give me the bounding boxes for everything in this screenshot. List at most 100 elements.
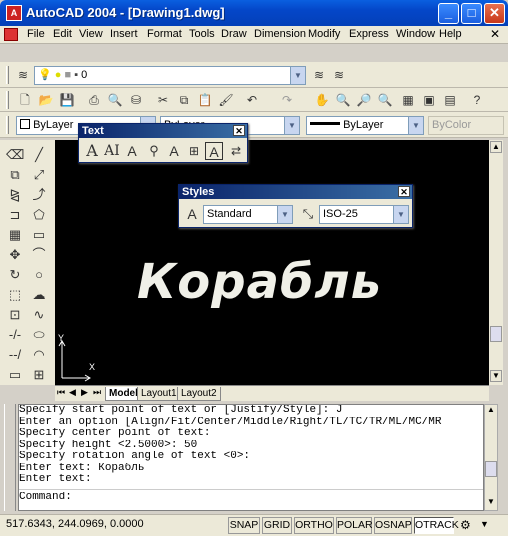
tab-layout1[interactable]: Layout1 <box>137 387 181 401</box>
styles-toolbar-title[interactable]: Styles ✕ <box>179 185 412 199</box>
scroll-up-icon[interactable]: ▲ <box>485 405 497 417</box>
command-window-grip[interactable] <box>4 404 16 511</box>
design-center-icon[interactable]: ▣ <box>420 91 438 109</box>
lineweight-combo[interactable]: ByLayer ▼ <box>306 116 424 135</box>
command-input[interactable]: Command: <box>19 492 483 504</box>
close-button[interactable]: ✕ <box>484 3 505 24</box>
ortho-button[interactable]: ORTHO <box>294 517 334 534</box>
menu-help[interactable]: Help <box>439 28 462 40</box>
paste-icon[interactable]: 📋 <box>196 91 214 109</box>
menu-insert[interactable]: Insert <box>110 28 138 40</box>
menu-file[interactable]: File <box>27 28 45 40</box>
menu-tools[interactable]: Tools <box>189 28 215 40</box>
chevron-down-icon[interactable]: ▼ <box>408 117 423 134</box>
make-object-layer-current-icon[interactable]: ≋ <box>310 66 328 84</box>
tray-settings-arrow-icon[interactable]: ▼ <box>480 519 489 529</box>
scroll-down-icon[interactable]: ▼ <box>490 370 502 382</box>
layer-combo[interactable]: 💡 ● ■ ▪ 0 ▼ <box>34 66 306 85</box>
polyline-icon[interactable]: ⤴ <box>30 186 48 204</box>
justify-text-icon[interactable]: A <box>205 142 223 160</box>
convert-distance-icon[interactable]: ⇄ <box>227 142 245 160</box>
menu-view[interactable]: View <box>79 28 103 40</box>
cut-icon[interactable]: ✂ <box>154 91 172 109</box>
text-style-combo[interactable]: Standard ▼ <box>203 205 293 224</box>
help-icon[interactable]: ? <box>468 91 486 109</box>
close-icon[interactable]: ✕ <box>398 186 410 197</box>
zoom-realtime-icon[interactable]: 🔍 <box>334 91 352 109</box>
single-line-text-icon[interactable]: AI <box>103 142 121 160</box>
arc-icon[interactable]: ⌒ <box>30 246 48 264</box>
tab-last-icon[interactable]: ⏭ <box>93 387 101 398</box>
revision-cloud-icon[interactable]: ☁ <box>30 286 48 304</box>
scale-icon[interactable]: ⬚ <box>6 286 24 304</box>
circle-icon[interactable]: ○ <box>30 266 48 284</box>
chevron-down-icon[interactable]: ▼ <box>290 67 305 84</box>
extend-icon[interactable]: --/ <box>6 346 24 364</box>
text-style-icon[interactable]: A <box>165 142 183 160</box>
break-icon[interactable]: ▭ <box>6 366 24 384</box>
command-scrollbar[interactable]: ▲ ▼ <box>484 404 498 511</box>
edit-text-icon[interactable]: A <box>123 142 141 160</box>
scroll-thumb[interactable] <box>485 461 497 477</box>
rotate-icon[interactable]: ↻ <box>6 266 24 284</box>
line-icon[interactable]: ╱ <box>30 146 48 164</box>
redo-icon[interactable]: ↷ <box>278 91 296 109</box>
chevron-down-icon[interactable]: ▼ <box>277 206 292 223</box>
copy-icon[interactable]: ⧉ <box>175 91 193 109</box>
polygon-icon[interactable]: ⬠ <box>30 206 48 224</box>
find-replace-icon[interactable]: ⚲ <box>145 142 163 160</box>
chevron-down-icon[interactable]: ▼ <box>393 206 408 223</box>
menu-dimension[interactable]: Dimension <box>254 28 306 40</box>
spline-icon[interactable]: ∿ <box>30 306 48 324</box>
mirror-icon[interactable]: ⧎ <box>6 186 24 204</box>
minimize-button[interactable]: _ <box>438 3 459 24</box>
scale-text-icon[interactable]: ⊞ <box>185 142 203 160</box>
tab-first-icon[interactable]: ⏮ <box>57 387 65 398</box>
layer-previous-icon[interactable]: ≋ <box>330 66 348 84</box>
menu-express[interactable]: Express <box>349 28 389 40</box>
ellipse-icon[interactable]: ⬭ <box>30 326 48 344</box>
plot-preview-icon[interactable]: 🔍 <box>106 91 124 109</box>
tool-palettes-icon[interactable]: ▤ <box>441 91 459 109</box>
multiline-text-icon[interactable]: A <box>83 142 101 160</box>
dimension-style-manager-icon[interactable]: ⤡ <box>299 205 317 223</box>
mdi-close-icon[interactable]: ✕ <box>490 27 500 41</box>
dim-style-combo[interactable]: ISO-25 ▼ <box>319 205 409 224</box>
menu-window[interactable]: Window <box>396 28 435 40</box>
communication-center-icon[interactable]: ⚙ <box>460 518 471 532</box>
ellipse-arc-icon[interactable]: ◠ <box>30 346 48 364</box>
scroll-thumb[interactable] <box>490 326 502 342</box>
scroll-down-icon[interactable]: ▼ <box>485 497 497 509</box>
offset-icon[interactable]: ⊐ <box>6 206 24 224</box>
menu-draw[interactable]: Draw <box>221 28 247 40</box>
array-icon[interactable]: ▦ <box>6 226 24 244</box>
text-style-manager-icon[interactable]: A <box>183 205 201 223</box>
scroll-up-icon[interactable]: ▲ <box>490 141 502 153</box>
grid-button[interactable]: GRID <box>262 517 292 534</box>
polar-button[interactable]: POLAR <box>336 517 373 534</box>
move-icon[interactable]: ✥ <box>6 246 24 264</box>
save-icon[interactable]: 💾 <box>58 91 76 109</box>
undo-icon[interactable]: ↶ <box>243 91 261 109</box>
otrack-button[interactable]: OTRACK <box>414 517 459 534</box>
close-icon[interactable]: ✕ <box>233 125 245 136</box>
stretch-icon[interactable]: ⊡ <box>6 306 24 324</box>
document-icon[interactable] <box>4 28 18 41</box>
zoom-previous-icon[interactable]: 🔍 <box>376 91 394 109</box>
open-icon[interactable]: 📂 <box>37 91 55 109</box>
menu-modify[interactable]: Modify <box>308 28 340 40</box>
autocad-app-icon[interactable]: A <box>6 5 22 21</box>
erase-icon[interactable]: ⌫ <box>6 146 24 164</box>
chevron-down-icon[interactable]: ▼ <box>284 117 299 134</box>
trim-icon[interactable]: -/- <box>6 326 24 344</box>
publish-icon[interactable]: ⛁ <box>127 91 145 109</box>
menu-edit[interactable]: Edit <box>53 28 72 40</box>
insert-block-icon[interactable]: ⊞ <box>30 366 48 384</box>
construction-line-icon[interactable]: ⤢ <box>30 166 48 184</box>
text-toolbar-title[interactable]: Text ✕ <box>79 124 247 138</box>
new-icon[interactable]: 🗋 <box>16 91 34 109</box>
copy-object-icon[interactable]: ⧉ <box>6 166 24 184</box>
drawing-text[interactable]: Корабль <box>137 254 382 310</box>
pan-icon[interactable]: ✋ <box>313 91 331 109</box>
zoom-window-icon[interactable]: 🔎 <box>355 91 373 109</box>
